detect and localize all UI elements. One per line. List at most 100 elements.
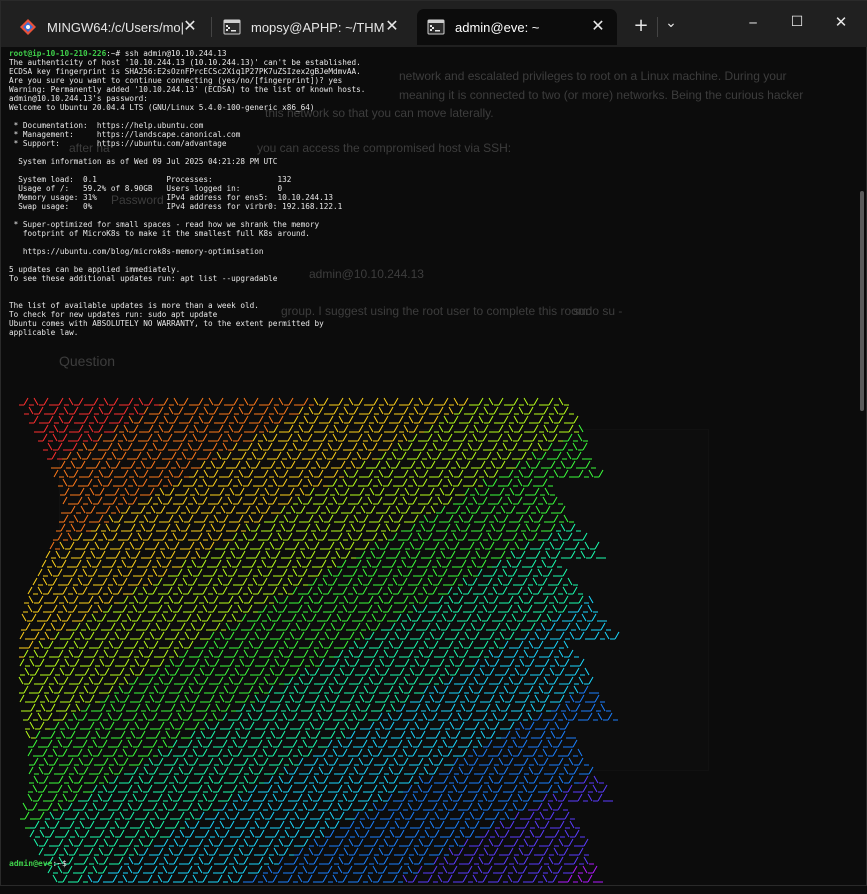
terminal-line: Are you sure you want to continue connec…	[9, 76, 342, 85]
tab-label: mopsy@APHP: ~/THM	[251, 20, 391, 35]
ascii-art-row	[19, 641, 568, 648]
ascii-art-row	[33, 578, 578, 585]
ascii-art-row	[34, 839, 588, 846]
ascii-art-row	[22, 614, 607, 621]
ascii-art-row	[54, 470, 603, 477]
ascii-art-banner	[9, 394, 669, 894]
ascii-art-row	[23, 803, 568, 810]
maximize-button[interactable]: ☐	[785, 11, 809, 33]
toolbar-divider	[657, 17, 658, 37]
close-window-button[interactable]: ✕	[829, 11, 853, 33]
linux-terminal-icon	[223, 18, 241, 36]
terminal-line: footprint of MicroK8s to make it the sma…	[9, 229, 310, 238]
ascii-art-row	[20, 668, 589, 675]
ascii-art-row	[19, 677, 593, 684]
tab-admin-eve[interactable]: admin@eve: ~ ✕	[417, 9, 617, 45]
tab-divider	[211, 17, 212, 37]
ascii-art-row	[30, 830, 585, 837]
ascii-art-row	[19, 398, 569, 405]
ascii-art-row	[53, 875, 603, 882]
ascii-art-row	[38, 434, 588, 441]
ascii-art-row	[48, 866, 597, 873]
terminal-output[interactable]: root@ip-10-10-210-226:~# ssh admin@10.10…	[9, 49, 849, 879]
close-icon[interactable]: ✕	[589, 18, 607, 36]
linux-terminal-icon	[427, 18, 445, 36]
ascii-art-row	[29, 776, 604, 783]
terminal-line: * Management: https://landscape.canonica…	[9, 130, 240, 139]
ascii-art-row	[23, 605, 598, 612]
terminal-line: System load: 0.1 Processes: 132	[9, 175, 291, 184]
terminal-line: root@ip-10-10-210-226:~# ssh admin@10.10…	[9, 49, 227, 58]
prompt-command: :~# ssh admin@10.10.244.13	[106, 49, 226, 58]
ascii-art-row	[44, 857, 594, 864]
ascii-art-row	[29, 758, 589, 765]
ascii-art-row	[20, 632, 619, 639]
ascii-art-row	[28, 785, 607, 792]
terminal-line: 5 updates can be applied immediately.	[9, 265, 180, 274]
ascii-art-row	[26, 731, 576, 738]
ascii-art-row	[56, 524, 581, 531]
ascii-art-row	[61, 506, 565, 513]
terminal-line: applicable law.	[9, 328, 78, 337]
ascii-art-row	[25, 821, 580, 828]
close-icon[interactable]: ✕	[181, 18, 199, 36]
ascii-art-row	[28, 749, 582, 756]
ascii-art-row	[38, 569, 567, 576]
ascii-art-row	[25, 722, 569, 729]
terminal-line: The list of available updates is more th…	[9, 301, 259, 310]
minimize-button[interactable]: ─	[741, 13, 765, 33]
terminal-line: * Support: https://ubuntu.com/advantage	[9, 139, 227, 148]
ascii-art-row	[51, 461, 596, 468]
terminal-line: * Super-optimized for small spaces - rea…	[9, 220, 319, 229]
ascii-art-row	[28, 587, 583, 594]
terminal-line: * Documentation: https://help.ubuntu.com	[9, 121, 203, 130]
ascii-art-row	[34, 425, 583, 432]
terminal-line: To see these additional updates run: apt…	[9, 274, 277, 283]
terminal-window: MINGW64:/c/Users/mo| ✕ mopsy@APHP: ~/THM…	[0, 0, 867, 886]
prompt-cursor: :~$	[52, 859, 66, 868]
ascii-art-row	[63, 497, 563, 504]
ascii-art-row	[20, 695, 605, 702]
ascii-art-row	[59, 515, 574, 522]
prompt-user-host: root@ip-10-10-210-226	[9, 49, 106, 58]
ascii-art-row	[42, 560, 562, 567]
terminal-line: Ubuntu comes with ABSOLUTELY NO WARRANTY…	[9, 319, 324, 328]
git-bash-icon	[19, 18, 37, 36]
ascii-art-row	[47, 452, 592, 459]
terminal-line: https://ubuntu.com/blog/microk8s-memory-…	[9, 247, 264, 256]
terminal-line: To check for new updates run: sudo apt u…	[9, 310, 217, 319]
terminal-line: Usage of /: 59.2% of 8.90GB Users logged…	[9, 184, 282, 193]
tab-label: MINGW64:/c/Users/mo|	[47, 20, 185, 35]
tab-label: admin@eve: ~	[455, 20, 595, 35]
terminal-line: admin@eve:~$	[9, 859, 67, 868]
tab-mingw64[interactable]: MINGW64:/c/Users/mo| ✕	[13, 9, 209, 45]
title-bar: MINGW64:/c/Users/mo| ✕ mopsy@APHP: ~/THM…	[1, 1, 867, 47]
ascii-art-row	[19, 686, 599, 693]
terminal-line: Swap usage: 0% IPv4 address for virbr0: …	[9, 202, 342, 211]
ascii-art-row	[28, 794, 613, 801]
terminal-line: Memory usage: 31% IPv4 address for ens5:…	[9, 193, 333, 202]
new-tab-button[interactable]: +	[629, 15, 653, 39]
ascii-art-row	[53, 533, 587, 540]
ascii-art-row	[24, 596, 593, 603]
ascii-art-row	[24, 407, 574, 414]
terminal-line: System information as of Wed 09 Jul 2025…	[9, 157, 277, 166]
ascii-art-row	[21, 623, 611, 630]
terminal-line: Welcome to Ubuntu 20.04.4 LTS (GNU/Linux…	[9, 103, 314, 112]
prompt-user-host: admin@eve	[9, 859, 52, 868]
ascii-art-row	[23, 713, 618, 720]
chevron-down-icon[interactable]: ⌄	[661, 13, 681, 37]
ascii-art-row	[46, 551, 606, 558]
ascii-art-row	[20, 659, 584, 666]
ascii-art-row	[21, 704, 611, 711]
ascii-art-row	[28, 740, 577, 747]
ascii-art-row	[29, 416, 578, 423]
ascii-art-row	[29, 767, 593, 774]
terminal-line: ECDSA key fingerprint is SHA256:E2sOznFP…	[9, 67, 361, 76]
close-icon[interactable]: ✕	[383, 18, 401, 36]
tab-mopsy-aphp[interactable]: mopsy@APHP: ~/THM ✕	[215, 9, 411, 45]
scrollbar-thumb[interactable]	[860, 191, 864, 411]
terminal-line: The authenticity of host '10.10.244.13 (…	[9, 58, 361, 67]
ascii-art-row	[60, 488, 555, 495]
ascii-art-row	[19, 650, 579, 657]
